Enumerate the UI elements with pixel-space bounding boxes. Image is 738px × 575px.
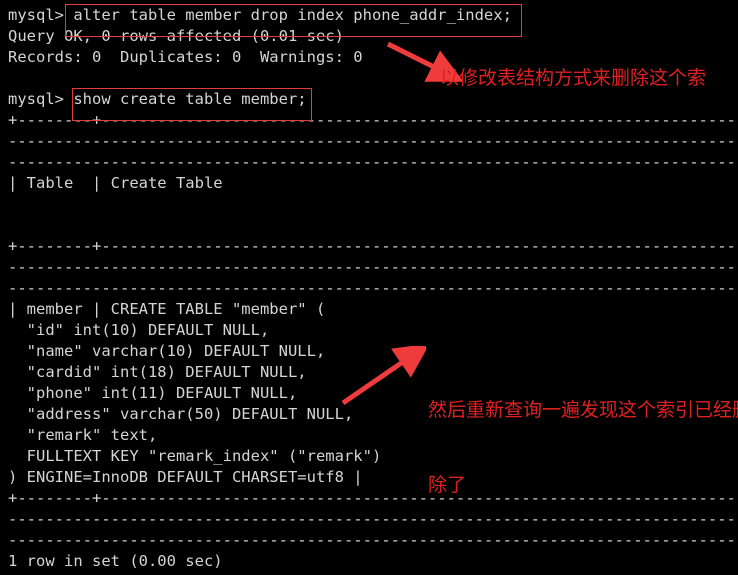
terminal-line-separator-mid-c: ----------------------------------------… — [8, 279, 738, 297]
terminal-line-create-table-2: "id" int(10) DEFAULT NULL, — [8, 321, 270, 339]
annotation-note-index-removed-line2: 除了 — [428, 474, 467, 496]
terminal-line-separator-top-a: +--------+------------------------------… — [8, 111, 738, 129]
terminal-line-separator-top-b: ----------------------------------------… — [8, 132, 738, 150]
terminal-line-separator-mid-b: ----------------------------------------… — [8, 258, 738, 276]
annotation-note-delete-index: 以修改表结构方式来删除这个索 — [440, 67, 707, 89]
terminal-line-query-ok: Query OK, 0 rows affected (0.01 sec) — [8, 27, 344, 45]
terminal-line-separator-mid-a: +--------+------------------------------… — [8, 237, 738, 255]
terminal-line-records: Records: 0 Duplicates: 0 Warnings: 0 — [8, 48, 363, 66]
terminal-line-separator-top-c: ----------------------------------------… — [8, 153, 738, 171]
terminal-line-alter-command: mysql> alter table member drop index pho… — [8, 6, 512, 24]
terminal-line-show-command: mysql> show create table member; — [8, 90, 307, 108]
annotation-note-index-removed: 然后重新查询一遍发现这个索引已经删 除了 — [428, 348, 738, 548]
terminal-line-row-count: 1 row in set (0.00 sec) — [8, 552, 223, 570]
terminal-line-create-table-1: | member | CREATE TABLE "member" ( — [8, 300, 326, 318]
terminal-line-table-header: | Table | Create Table — [8, 174, 223, 192]
annotation-note-index-removed-line1: 然后重新查询一遍发现这个索引已经删 — [428, 399, 738, 421]
mysql-terminal-window[interactable]: mysql> alter table member drop index pho… — [0, 0, 738, 575]
